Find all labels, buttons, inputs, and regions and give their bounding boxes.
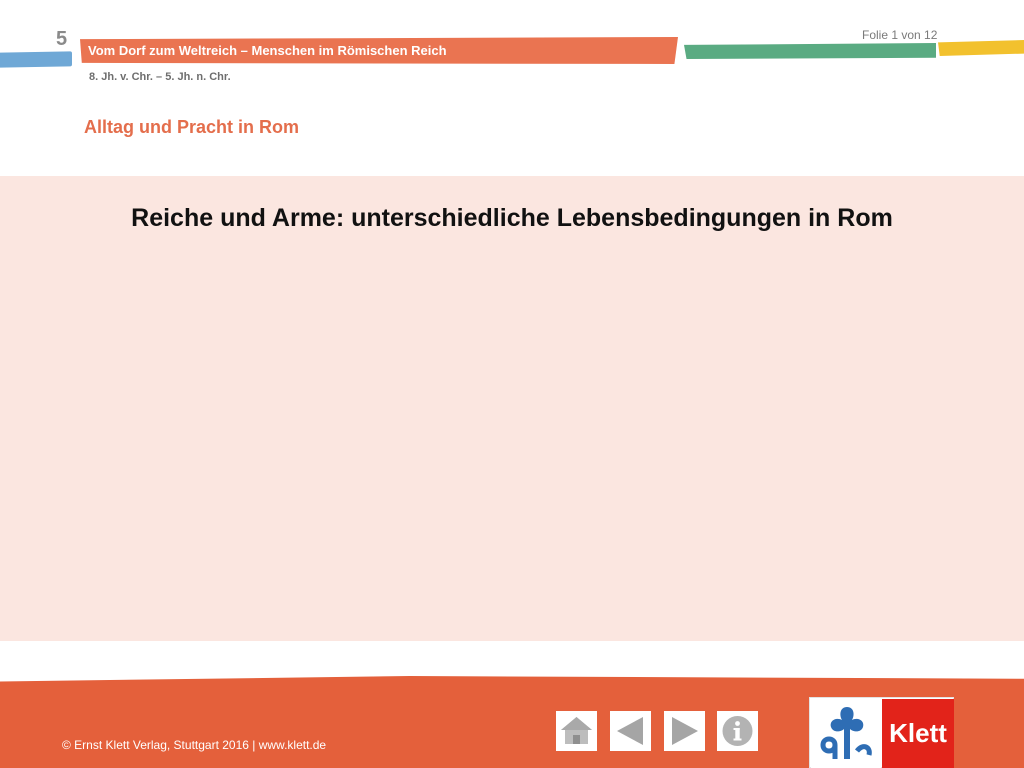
chapter-number: 5 bbox=[56, 28, 68, 50]
period-subtitle: 8. Jh. v. Chr. – 5. Jh. n. Chr. bbox=[89, 71, 231, 83]
previous-slide-button[interactable] bbox=[610, 711, 651, 751]
next-slide-button[interactable] bbox=[664, 711, 705, 751]
info-button[interactable] bbox=[717, 711, 758, 751]
arrow-left-icon bbox=[617, 717, 643, 745]
klett-clover-icon bbox=[811, 699, 881, 768]
slide-heading: Reiche und Arme: unterschiedliche Lebens… bbox=[131, 204, 893, 232]
decor-stripe-blue bbox=[0, 51, 72, 68]
klett-wordmark: Klett bbox=[889, 718, 947, 748]
copyright-text: © Ernst Klett Verlag, Stuttgart 2016 | w… bbox=[62, 738, 327, 752]
klett-logo: Klett bbox=[809, 697, 954, 768]
slide-counter: Folie 1 von 12 bbox=[862, 28, 938, 42]
arrow-right-icon bbox=[672, 717, 698, 745]
section-title: Alltag und Pracht in Rom bbox=[84, 117, 300, 137]
home-button[interactable] bbox=[556, 711, 597, 751]
decor-stripe-yellow bbox=[938, 40, 1024, 56]
home-icon bbox=[561, 717, 592, 744]
chapter-title: Vom Dorf zum Weltreich – Menschen im Röm… bbox=[88, 43, 447, 58]
info-icon bbox=[722, 716, 753, 746]
slide-content: Reiche und Arme: unterschiedliche Lebens… bbox=[0, 176, 1024, 641]
decor-stripe-green bbox=[684, 43, 936, 59]
